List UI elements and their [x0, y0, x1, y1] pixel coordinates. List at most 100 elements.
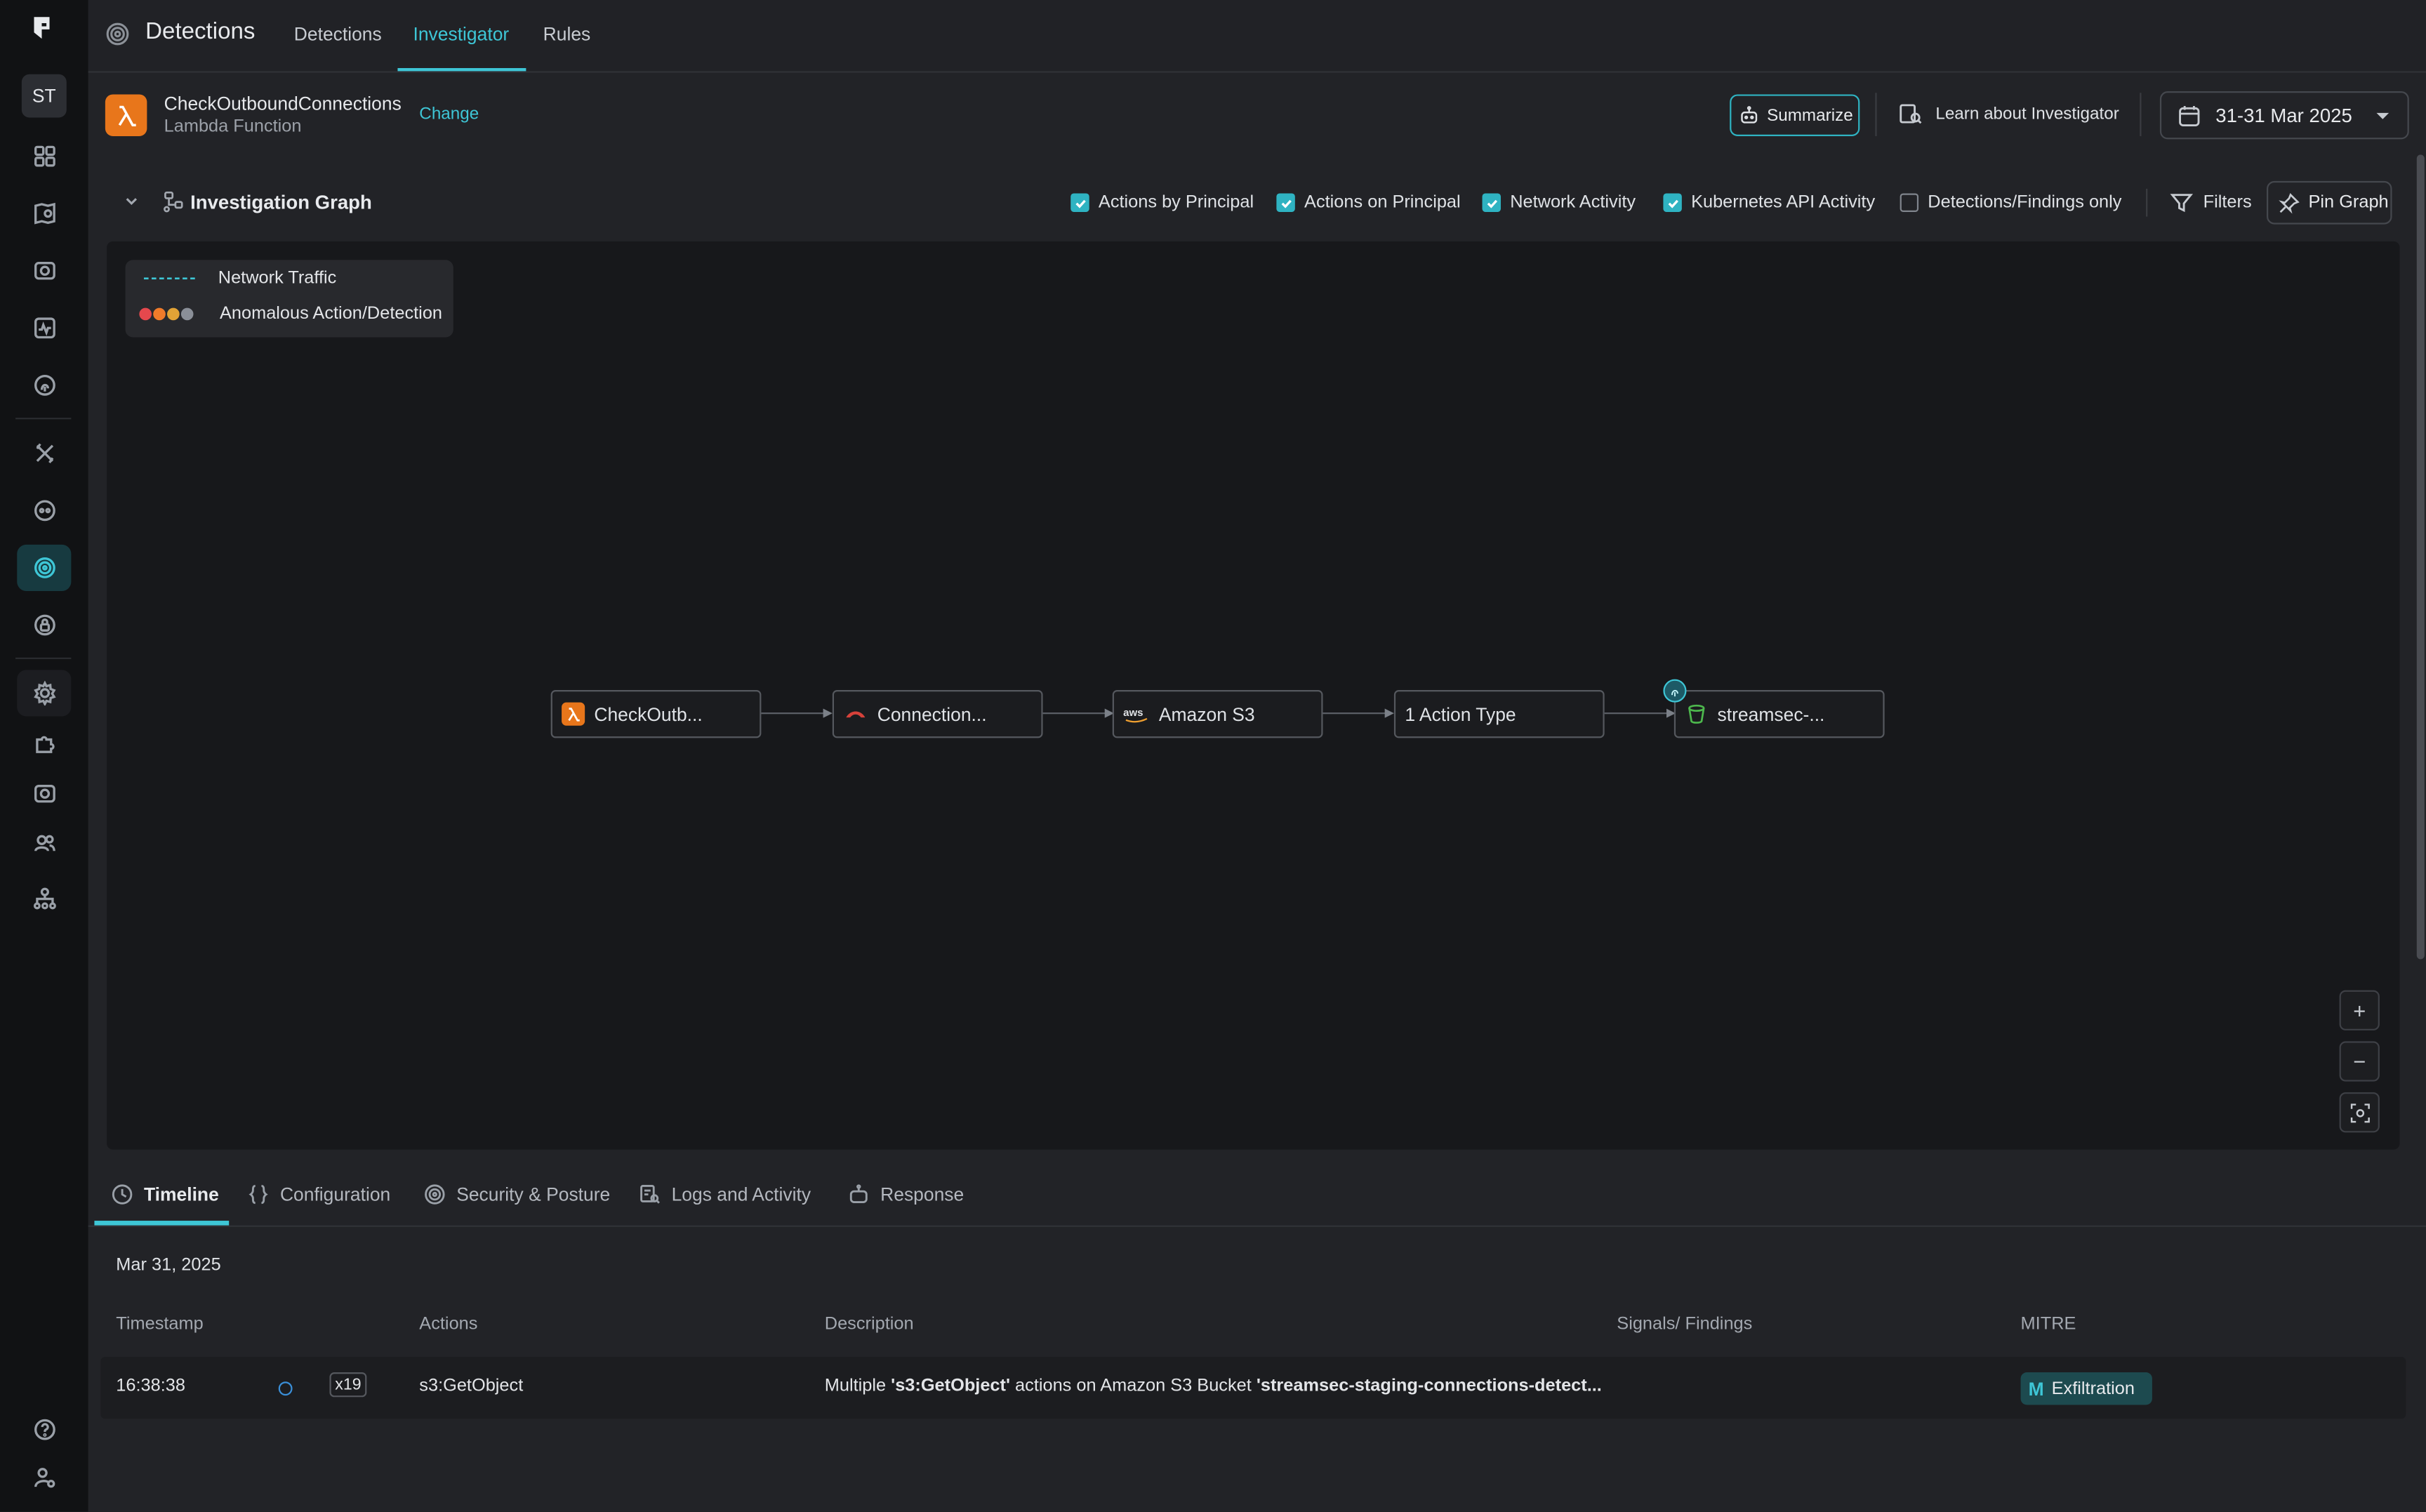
- lock-icon[interactable]: [17, 602, 71, 648]
- date-range-picker[interactable]: 31-31 Mar 2025: [2159, 91, 2409, 140]
- column-header-timestamp: Timestamp: [116, 1315, 204, 1334]
- svg-text:aws: aws: [1123, 706, 1143, 718]
- tab-rules[interactable]: Rules: [543, 23, 591, 45]
- graph-node-action-type[interactable]: 1 Action Type: [1393, 690, 1605, 738]
- tab-label: Timeline: [143, 1183, 219, 1205]
- gear-icon[interactable]: [17, 670, 72, 717]
- fingerprint-icon[interactable]: [17, 362, 71, 409]
- filter-label: Kubernetes API Activity: [1691, 193, 1876, 212]
- filters-button[interactable]: Filters: [2169, 190, 2252, 215]
- caret-down-icon: [2377, 112, 2389, 119]
- table-row[interactable]: 16:38:38 x19 s3:GetObject Multiple 's3:G…: [100, 1356, 2406, 1419]
- filter-actions-on-principal[interactable]: Actions on Principal: [1276, 193, 1461, 212]
- tab-label: Configuration: [279, 1183, 391, 1205]
- summarize-label: Summarize: [1767, 105, 1853, 125]
- sidebar: ST: [0, 0, 88, 1512]
- tab-timeline[interactable]: Timeline: [112, 1183, 219, 1205]
- checkbox-checked-icon[interactable]: [1276, 193, 1295, 212]
- summarize-button[interactable]: Summarize: [1730, 94, 1860, 136]
- node-label: CheckOutb...: [594, 703, 703, 725]
- filter-label: Detections/Findings only: [1928, 193, 2122, 212]
- app-logo-icon[interactable]: [28, 14, 56, 42]
- tab-configuration[interactable]: Configuration: [248, 1183, 391, 1205]
- row-action: s3:GetObject: [419, 1377, 524, 1396]
- filter-label: Actions on Principal: [1304, 193, 1461, 212]
- learn-investigator-link[interactable]: Learn about Investigator: [1898, 102, 2119, 126]
- investigation-graph-canvas[interactable]: Network Traffic Anomalous Action/Detecti…: [107, 241, 2400, 1150]
- detections-target-icon: [106, 22, 129, 46]
- page-title: Detections: [145, 18, 256, 45]
- camera-settings-icon[interactable]: [17, 771, 71, 817]
- tab-label: Logs and Activity: [671, 1183, 811, 1205]
- row-description: Multiple 's3:GetObject' actions on Amazo…: [825, 1377, 1602, 1395]
- users-icon[interactable]: [17, 820, 71, 866]
- investigation-graph-title: Investigation Graph: [190, 192, 372, 214]
- tab-detections[interactable]: Detections: [294, 23, 382, 45]
- tab-investigator[interactable]: Investigator: [413, 23, 509, 45]
- graph-node-amazon-s3[interactable]: aws Amazon S3: [1112, 690, 1323, 738]
- help-icon[interactable]: [17, 1407, 71, 1453]
- zoom-out-button[interactable]: −: [2339, 1041, 2380, 1082]
- filter-detections-findings-only[interactable]: Detections/Findings only: [1900, 193, 2122, 212]
- active-tab-indicator: [397, 67, 526, 72]
- pin-graph-button[interactable]: Pin Graph: [2267, 180, 2392, 225]
- camera-icon[interactable]: [17, 248, 71, 294]
- detections-target-icon[interactable]: [17, 544, 72, 591]
- node-label: 1 Action Type: [1405, 703, 1516, 725]
- activity-icon[interactable]: [17, 305, 71, 351]
- zoom-in-button[interactable]: +: [2339, 990, 2380, 1030]
- filter-kubernetes-api-activity[interactable]: Kubernetes API Activity: [1663, 193, 1876, 212]
- pin-graph-label: Pin Graph: [2308, 193, 2389, 212]
- mitre-letter-icon: M: [2028, 1377, 2044, 1400]
- braces-icon: [248, 1185, 268, 1205]
- investigation-graph-toolbar: Investigation Graph Actions by Principal…: [88, 180, 2426, 226]
- checkbox-checked-icon[interactable]: [1663, 193, 1682, 212]
- inventory-map-icon[interactable]: [17, 190, 71, 237]
- mitre-badge[interactable]: M Exfiltration: [2020, 1372, 2152, 1405]
- node-label: streamsec-...: [1717, 703, 1825, 725]
- tab-label: Response: [880, 1183, 965, 1205]
- avatar[interactable]: ST: [21, 74, 67, 118]
- checkbox-checked-icon[interactable]: [1482, 193, 1501, 212]
- tools-icon[interactable]: [17, 430, 71, 477]
- column-header-actions: Actions: [419, 1315, 478, 1334]
- chevron-down-icon[interactable]: [122, 192, 140, 210]
- tab-response[interactable]: Response: [848, 1183, 964, 1205]
- target-icon: [425, 1184, 445, 1205]
- lambda-icon: [105, 94, 147, 136]
- log-search-icon: [640, 1185, 660, 1204]
- page-scrollbar[interactable]: [2416, 154, 2425, 960]
- focus-icon: [2349, 1103, 2369, 1122]
- resource-type: Lambda Function: [164, 117, 302, 136]
- filter-network-activity[interactable]: Network Activity: [1482, 193, 1636, 212]
- clock-icon: [112, 1184, 133, 1205]
- column-header-mitre: MITRE: [2020, 1315, 2076, 1334]
- bot-icon[interactable]: [17, 487, 71, 533]
- redis-icon: [846, 710, 866, 717]
- org-tree-icon[interactable]: [17, 876, 71, 922]
- checkbox-unchecked-icon[interactable]: [1900, 193, 1919, 212]
- graph-node-s3-bucket[interactable]: streamsec-...: [1673, 690, 1885, 738]
- status-circle-icon: [278, 1381, 293, 1396]
- filter-actions-by-principal[interactable]: Actions by Principal: [1071, 193, 1254, 212]
- desc-text: actions on Amazon S3 Bucket: [1010, 1377, 1257, 1396]
- calendar-icon: [2179, 105, 2200, 126]
- graph-icon: [164, 191, 183, 213]
- funnel-icon: [2170, 194, 2194, 213]
- dashboard-icon[interactable]: [17, 133, 71, 180]
- node-label: Connection...: [877, 703, 987, 725]
- change-resource-link[interactable]: Change: [419, 105, 479, 124]
- checkbox-checked-icon[interactable]: [1071, 193, 1089, 212]
- column-header-signals: Signals/ Findings: [1617, 1315, 1753, 1334]
- graph-node-lambda[interactable]: CheckOutb...: [550, 690, 762, 738]
- puzzle-icon[interactable]: [17, 721, 71, 767]
- fit-view-button[interactable]: [2339, 1092, 2380, 1133]
- desc-text: Multiple: [824, 1377, 891, 1396]
- graph-node-connection[interactable]: Connection...: [832, 690, 1043, 738]
- tab-security-posture[interactable]: Security & Posture: [424, 1183, 610, 1205]
- topbar: Detections Detections Investigator Rules: [88, 0, 2426, 73]
- tab-logs-activity[interactable]: Logs and Activity: [639, 1183, 811, 1205]
- user-settings-icon[interactable]: [17, 1454, 71, 1501]
- row-timestamp: 16:38:38: [116, 1377, 185, 1396]
- desc-action: 's3:GetObject': [891, 1377, 1011, 1396]
